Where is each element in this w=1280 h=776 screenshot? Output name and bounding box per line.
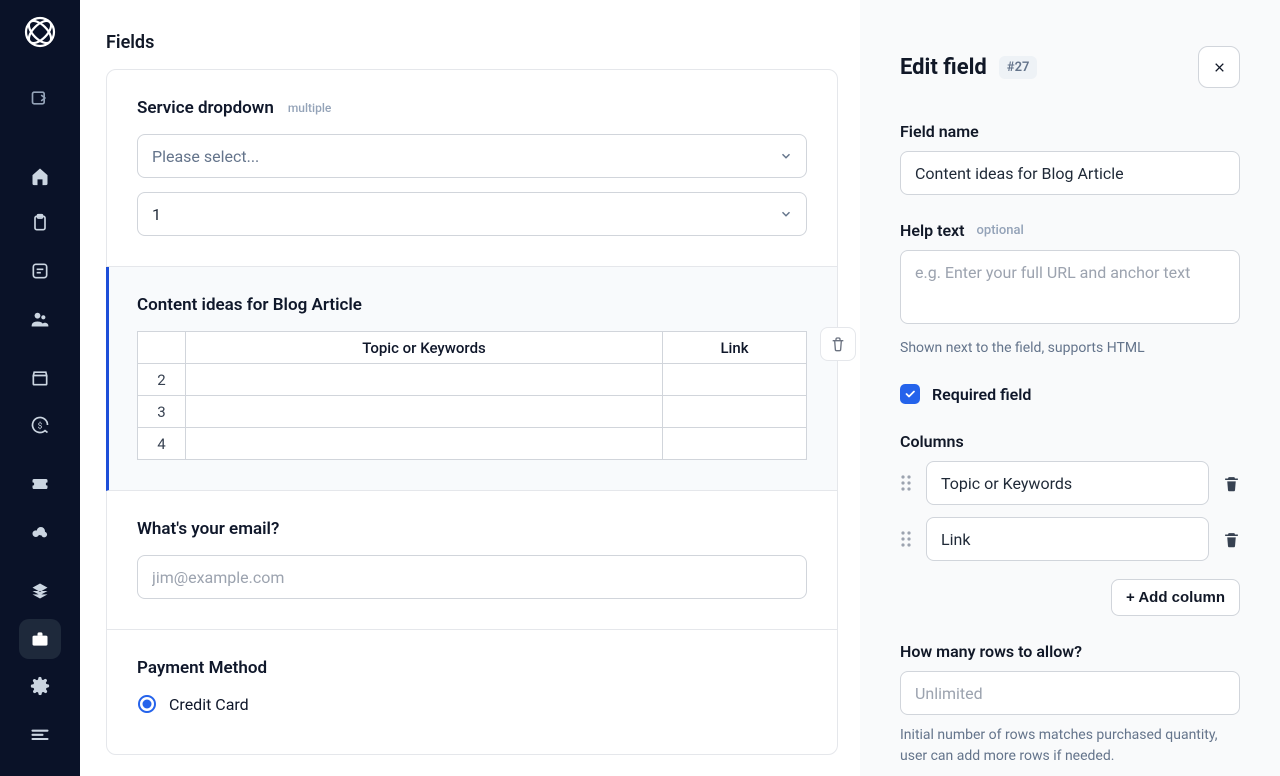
nav-ticket[interactable]	[19, 465, 61, 505]
table-row[interactable]: 2	[138, 364, 807, 396]
close-panel-button[interactable]	[1198, 46, 1240, 88]
nav-store[interactable]	[19, 358, 61, 398]
rows-hint: Initial number of rows matches purchased…	[900, 725, 1240, 766]
field-name-label: Field name	[900, 122, 1240, 141]
service-select[interactable]: Please select...	[137, 134, 807, 178]
table-row[interactable]: 4	[138, 428, 807, 460]
field-section-content-ideas[interactable]: Content ideas for Blog Article Topic or …	[106, 267, 837, 491]
checkbox-checked-icon	[900, 384, 920, 404]
svg-text:$: $	[38, 421, 43, 432]
payment-option-credit-card[interactable]: Credit Card	[137, 694, 807, 714]
nav-layers[interactable]	[19, 571, 61, 611]
required-field-label: Required field	[932, 385, 1031, 404]
page-title: Fields	[106, 32, 838, 53]
field-section-service[interactable]: Service dropdown multiple Please select.…	[107, 70, 837, 267]
close-icon	[1213, 61, 1226, 74]
collapse-sidebar-button[interactable]	[19, 78, 61, 118]
column-header: Topic or Keywords	[186, 332, 663, 364]
fields-card: Service dropdown multiple Please select.…	[106, 69, 838, 755]
delete-column-button[interactable]	[1223, 531, 1240, 548]
nav-home[interactable]	[19, 156, 61, 196]
column-row	[900, 517, 1240, 561]
optional-tag: optional	[977, 223, 1024, 238]
columns-label: Columns	[900, 432, 1240, 451]
column-name-input[interactable]	[926, 517, 1209, 561]
table-row[interactable]: 3	[138, 396, 807, 428]
rows-allowed-input[interactable]	[900, 671, 1240, 715]
email-input[interactable]	[137, 555, 807, 599]
main-content: Fields Service dropdown multiple Please …	[80, 0, 860, 776]
quantity-select[interactable]: 1	[137, 192, 807, 236]
field-id-chip: #27	[999, 56, 1038, 79]
field-label: Payment Method	[137, 658, 267, 678]
help-text-input[interactable]	[900, 250, 1240, 324]
help-text-hint: Shown next to the field, supports HTML	[900, 338, 1240, 358]
nav-briefcase[interactable]	[19, 619, 61, 659]
column-name-input[interactable]	[926, 461, 1209, 505]
panel-title: Edit field	[900, 55, 987, 80]
field-label: What's your email?	[137, 519, 279, 539]
rows-label: How many rows to allow?	[900, 642, 1240, 661]
nav-settings[interactable]	[19, 667, 61, 707]
add-column-button[interactable]: + Add column	[1111, 579, 1240, 616]
sidebar: $	[0, 0, 80, 776]
nav-cloud[interactable]	[19, 512, 61, 552]
brand-logo	[22, 14, 58, 50]
radio-label: Credit Card	[169, 695, 249, 714]
column-header: Link	[663, 332, 807, 364]
field-name-input[interactable]	[900, 151, 1240, 195]
nav-people[interactable]	[19, 299, 61, 339]
table-header-row: Topic or Keywords Link	[138, 332, 807, 364]
nav-refresh-cash[interactable]: $	[19, 405, 61, 445]
nav-clipboard[interactable]	[19, 203, 61, 243]
field-label: Content ideas for Blog Article	[137, 295, 362, 315]
drag-handle-icon[interactable]	[900, 530, 912, 548]
help-text-label: Help text	[900, 221, 965, 240]
delete-column-button[interactable]	[1223, 475, 1240, 492]
nav-note[interactable]	[19, 251, 61, 291]
nav-logs[interactable]	[19, 714, 61, 754]
delete-field-button[interactable]	[820, 327, 856, 361]
content-table[interactable]: Topic or Keywords Link 2 3 4	[137, 331, 807, 460]
field-section-payment[interactable]: Payment Method Credit Card	[107, 630, 837, 754]
required-field-checkbox[interactable]: Required field	[900, 384, 1240, 404]
multiple-tag: multiple	[288, 101, 331, 115]
field-section-email[interactable]: What's your email?	[107, 491, 837, 630]
field-label: Service dropdown	[137, 98, 274, 118]
column-row	[900, 461, 1240, 505]
edit-field-panel: Edit field #27 Field name Help text opti…	[860, 0, 1280, 776]
radio-checked-icon	[137, 694, 157, 714]
drag-handle-icon[interactable]	[900, 474, 912, 492]
